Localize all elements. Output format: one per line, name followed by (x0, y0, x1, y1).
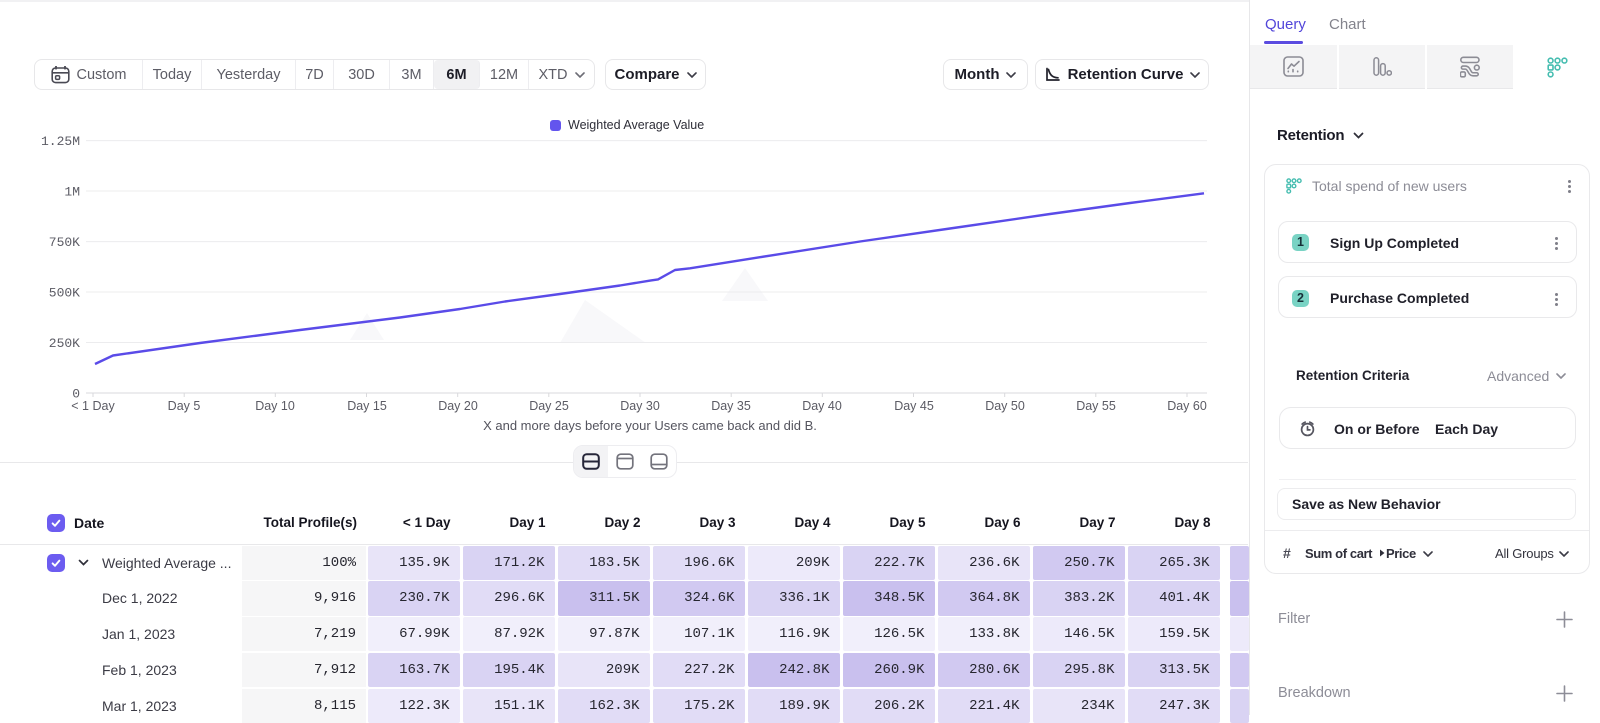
svg-text:Day 30: Day 30 (620, 399, 660, 413)
svg-text:Day 35: Day 35 (711, 399, 751, 413)
svg-text:Day 10: Day 10 (255, 399, 295, 413)
svg-text:Day 45: Day 45 (894, 399, 934, 413)
svg-text:500K: 500K (49, 286, 80, 301)
svg-text:Day 55: Day 55 (1076, 399, 1116, 413)
svg-text:Day 60: Day 60 (1167, 399, 1207, 413)
svg-text:750K: 750K (49, 235, 80, 250)
svg-text:1.25M: 1.25M (41, 134, 80, 149)
svg-text:Day 20: Day 20 (438, 399, 478, 413)
svg-text:Day 25: Day 25 (529, 399, 569, 413)
svg-text:Day 50: Day 50 (985, 399, 1025, 413)
svg-text:< 1 Day: < 1 Day (71, 399, 115, 413)
svg-text:Day 40: Day 40 (802, 399, 842, 413)
svg-text:1M: 1M (64, 185, 80, 200)
svg-text:Day 15: Day 15 (347, 399, 387, 413)
svg-text:250K: 250K (49, 336, 80, 351)
svg-text:Day 5: Day 5 (168, 399, 201, 413)
